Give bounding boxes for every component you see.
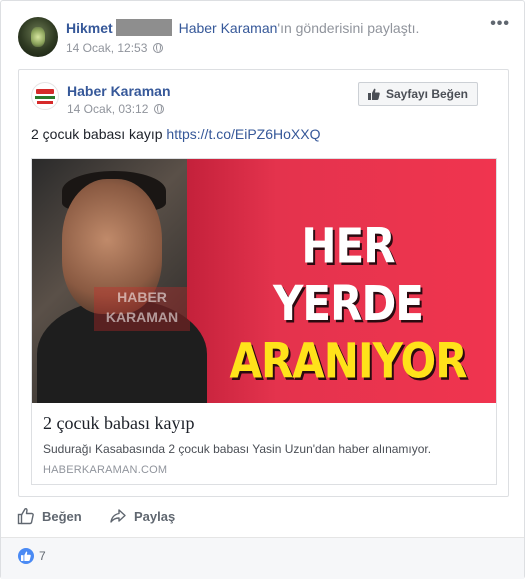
link-preview-image[interactable]: HABER KARAMAN HER YERDE ARANIYOR — [32, 159, 496, 403]
shared-url[interactable]: https://t.co/EiPZ6HoXXQ — [166, 126, 320, 142]
like-label: Beğen — [42, 508, 82, 524]
shared-timestamp[interactable]: 14 Ocak, 03:12 — [67, 102, 148, 116]
feed-post: Hikmet Haber Karaman'ın gönderisini payl… — [0, 0, 525, 579]
reaction-summary[interactable]: 7 — [18, 548, 46, 564]
post-timestamp[interactable]: 14 Ocak, 12:53 — [66, 41, 147, 55]
share-button[interactable]: Paylaş — [109, 507, 175, 525]
image-headline-line-1: HER YERDE — [273, 217, 424, 332]
redacted-name — [115, 19, 172, 36]
globe-icon[interactable] — [154, 104, 165, 114]
like-page-button[interactable]: Sayfayı Beğen — [358, 82, 478, 106]
reactions-footer: 7 — [1, 537, 524, 579]
watermark: HABER KARAMAN — [94, 287, 190, 331]
globe-icon[interactable] — [153, 43, 164, 53]
shared-page-link[interactable]: Haber Karaman — [179, 20, 278, 36]
shared-post-text: 2 çocuk babası kayıp https://t.co/EiPZ6H… — [31, 126, 320, 142]
link-title[interactable]: 2 çocuk babası kayıp — [43, 413, 194, 434]
link-preview-card[interactable]: HABER KARAMAN HER YERDE ARANIYOR 2 çocuk… — [31, 158, 497, 485]
like-reaction-icon — [18, 548, 34, 564]
shared-text-suffix: 'ın gönderisini paylaştı. — [277, 20, 420, 36]
like-page-label: Sayfayı Beğen — [385, 87, 469, 101]
thumbs-up-icon — [367, 88, 380, 100]
image-headline: HER YERDE ARANIYOR — [228, 218, 468, 391]
post-actions: Beğen Paylaş — [1, 500, 524, 536]
link-domain: HABERKARAMAN.COM — [43, 464, 168, 476]
page-avatar[interactable] — [31, 82, 59, 110]
like-button[interactable]: Beğen — [17, 507, 82, 525]
reaction-count: 7 — [39, 549, 46, 563]
post-meta: 14 Ocak, 12:53 — [66, 41, 164, 55]
shared-meta: 14 Ocak, 03:12 — [67, 102, 165, 116]
more-dots-icon[interactable]: ••• — [490, 15, 510, 33]
link-description: Sudurağı Kasabasında 2 çocuk babası Yasi… — [43, 442, 432, 456]
post-header: Hikmet Haber Karaman'ın gönderisini payl… — [66, 19, 419, 36]
share-label: Paylaş — [134, 508, 176, 524]
author-name[interactable]: Hikmet — [66, 20, 113, 36]
image-headline-line-2: ARANIYOR — [229, 332, 467, 390]
thumbs-up-outline-icon — [17, 507, 34, 525]
shared-text: 2 çocuk babası kayıp — [31, 126, 163, 142]
share-arrow-icon — [110, 509, 126, 523]
author-avatar[interactable] — [18, 17, 58, 57]
page-name[interactable]: Haber Karaman — [67, 83, 171, 99]
shared-post: Haber Karaman 14 Ocak, 03:12 Sayfayı Beğ… — [18, 69, 509, 497]
